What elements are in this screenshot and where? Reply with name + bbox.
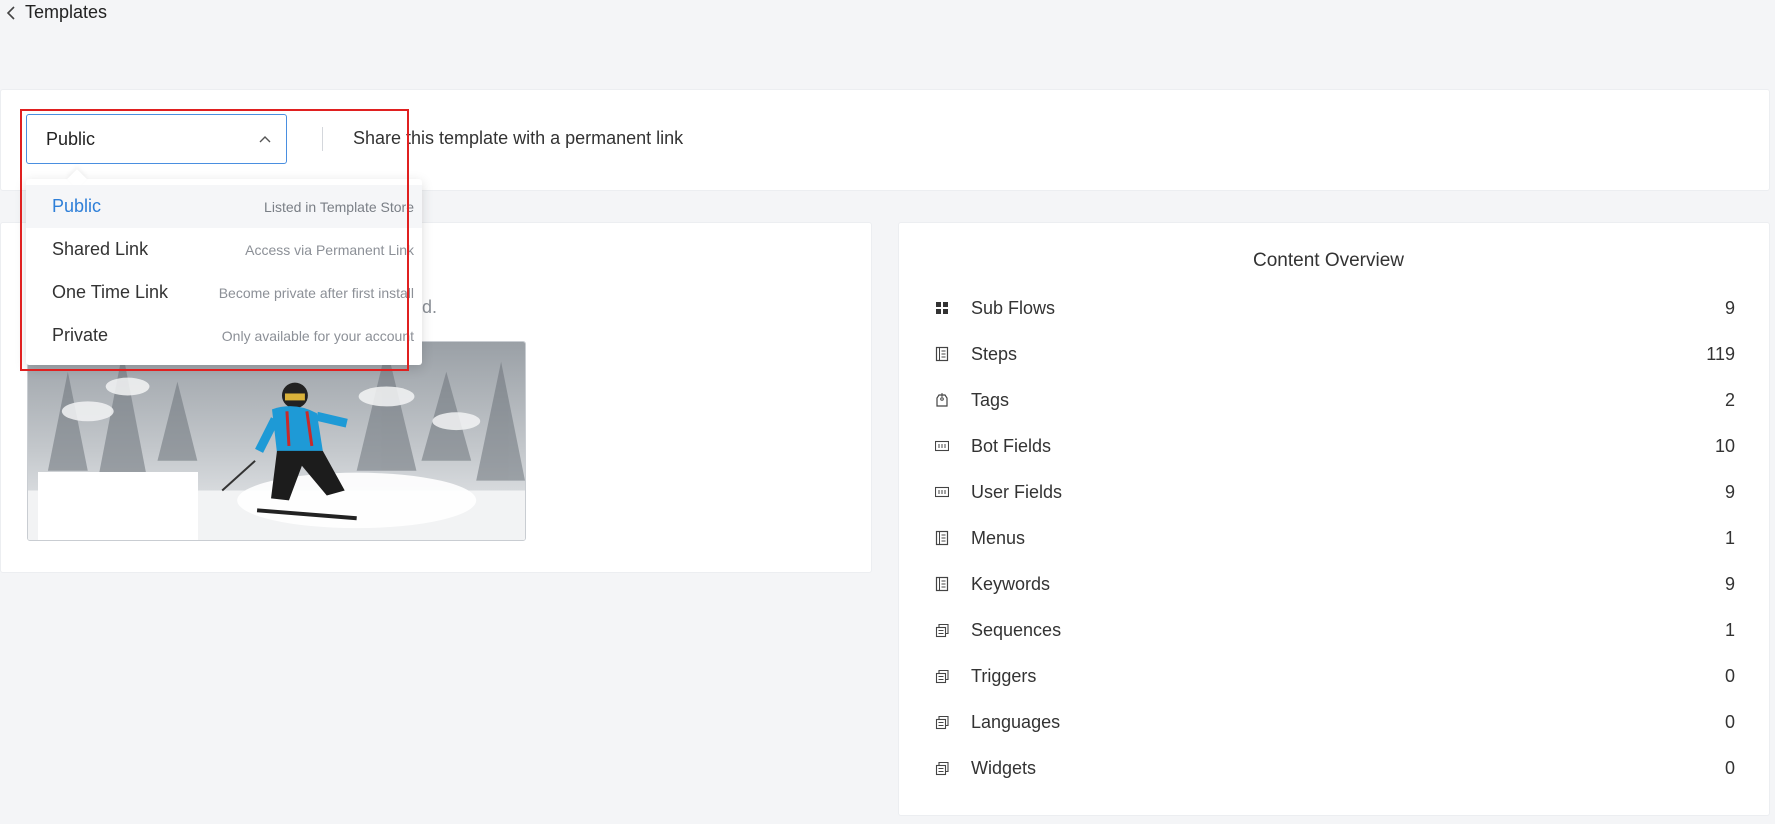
item-label: Keywords [971, 573, 1051, 594]
list-item: Steps 119 [935, 331, 1735, 377]
list-item: Bot Fields 10 [935, 423, 1735, 469]
item-label: Bot Fields [971, 435, 1052, 456]
list-item: Tags 2 [935, 377, 1735, 423]
item-count: 0 [1724, 665, 1735, 686]
item-label: Steps [971, 343, 1018, 364]
item-count: 0 [1724, 757, 1735, 778]
option-name: One Time Link [52, 282, 169, 302]
item-label: Widgets [971, 757, 1037, 778]
stack-icon [935, 669, 949, 684]
list-item: Widgets 0 [935, 745, 1735, 791]
field-icon [935, 486, 949, 498]
document-icon [935, 576, 949, 592]
option-desc: Become private after first install [218, 284, 414, 301]
divider [322, 127, 323, 151]
visibility-dropdown: Public Listed in Template Store Shared L… [26, 169, 422, 365]
list-item: Languages 0 [935, 699, 1735, 745]
tag-icon [936, 393, 948, 407]
item-label: Tags [971, 389, 1010, 410]
document-icon [935, 346, 949, 362]
item-count: 119 [1706, 343, 1735, 364]
share-hint: Share this template with a permanent lin… [353, 128, 684, 148]
option-name: Public [52, 196, 102, 216]
list-item: User Fields 9 [935, 469, 1735, 515]
item-count: 1 [1724, 619, 1735, 640]
list-item: Triggers 0 [935, 653, 1735, 699]
item-count: 10 [1714, 435, 1735, 456]
item-count: 9 [1724, 297, 1735, 318]
item-label: Triggers [971, 665, 1037, 686]
field-icon [935, 440, 949, 452]
list-item: Sub Flows 9 [935, 285, 1735, 331]
item-count: 9 [1724, 481, 1735, 502]
option-name: Shared Link [52, 239, 149, 259]
option-desc: Listed in Template Store [264, 198, 414, 215]
breadcrumb-label: Templates [25, 2, 108, 22]
list-item: Menus 1 [935, 515, 1735, 561]
stack-icon [935, 715, 949, 730]
document-icon [935, 530, 949, 546]
breadcrumb-back[interactable]: Templates [6, 2, 107, 23]
option-public[interactable]: Public Listed in Template Store [26, 185, 422, 228]
description-text: d. [422, 297, 438, 317]
item-label: Sub Flows [971, 297, 1056, 318]
option-one-time-link[interactable]: One Time Link Become private after first… [26, 271, 422, 314]
option-desc: Access via Permanent Link [245, 241, 414, 258]
stack-icon [935, 761, 949, 776]
option-name: Private [52, 325, 109, 345]
item-label: User Fields [971, 481, 1063, 502]
visibility-select[interactable]: Public [26, 114, 287, 164]
item-label: Languages [971, 711, 1061, 732]
list-item: Sequences 1 [935, 607, 1735, 653]
item-count: 2 [1724, 389, 1735, 410]
visibility-select-value: Public [46, 128, 96, 149]
item-count: 0 [1724, 711, 1735, 732]
template-cover-image [27, 341, 526, 541]
item-count: 9 [1724, 573, 1735, 594]
grid-icon [936, 302, 948, 314]
chevron-up-icon [259, 136, 271, 143]
option-shared-link[interactable]: Shared Link Access via Permanent Link [26, 228, 422, 271]
item-label: Sequences [971, 619, 1062, 640]
item-label: Menus [971, 527, 1026, 548]
content-overview-title: Content Overview [1253, 250, 1405, 271]
content-overview-list: Sub Flows 9 Steps 119 Tags 2 Bot Fields … [935, 285, 1735, 791]
list-item: Keywords 9 [935, 561, 1735, 607]
chevron-left-icon [6, 5, 15, 20]
stack-icon [935, 623, 949, 638]
image-label-placeholder [38, 472, 198, 540]
item-count: 1 [1724, 527, 1735, 548]
option-private[interactable]: Private Only available for your account [26, 314, 422, 357]
option-desc: Only available for your account [221, 327, 414, 344]
